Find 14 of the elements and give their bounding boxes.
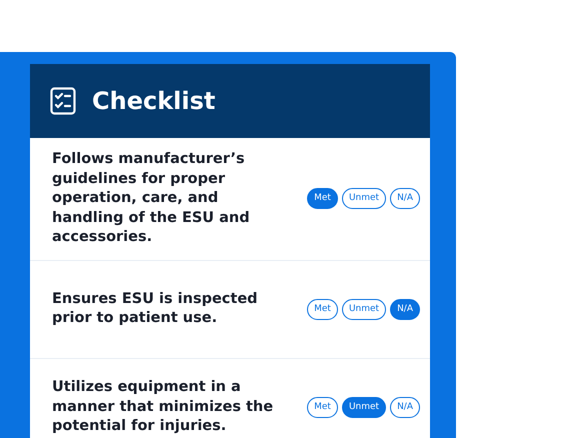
option-button[interactable]: Unmet	[342, 396, 386, 418]
checklist-item-text: Ensures ESU is inspected prior to patient use.	[52, 290, 259, 328]
option-button[interactable]: Met	[307, 188, 338, 210]
checklist-item-text: Follows manufacturer’s guidelines for proper operation, care, and handling of the ESU and accessories.	[52, 150, 251, 248]
option-button[interactable]: Met	[307, 298, 338, 320]
option-button[interactable]: Unmet	[342, 188, 386, 210]
option-button[interactable]: Met	[307, 396, 338, 418]
option-button[interactable]: Unmet	[342, 298, 386, 320]
checklist-item-text: Utilizes equipment in a manner that minimizes the potential for injuries.	[52, 378, 274, 436]
option-button[interactable]: N/A	[390, 188, 420, 210]
option-button[interactable]: N/A	[390, 298, 420, 320]
checklist-title: Checklist	[92, 86, 216, 117]
option-button[interactable]: N/A	[390, 396, 420, 418]
checklist-icon	[50, 87, 76, 115]
